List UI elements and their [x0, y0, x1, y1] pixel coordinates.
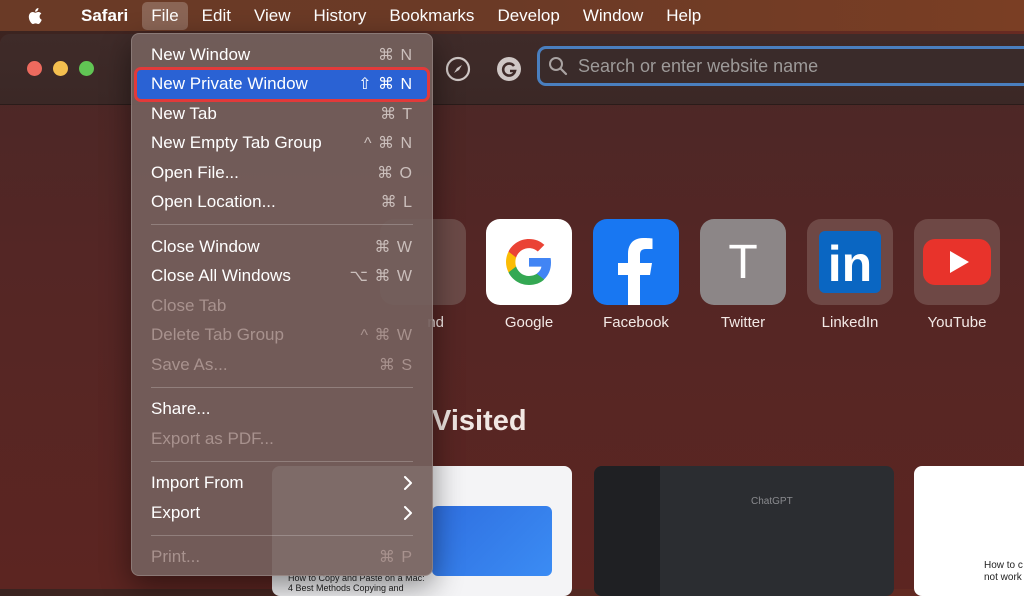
menu-bookmarks[interactable]: Bookmarks [380, 2, 483, 30]
menu-item-label: Close All Windows [151, 266, 291, 286]
menu-view[interactable]: View [245, 2, 300, 30]
favorite-label-linkedin: LinkedIn [821, 314, 879, 331]
menu-separator [151, 386, 413, 388]
compass-extension-icon[interactable] [445, 56, 471, 82]
menu-edit[interactable]: Edit [193, 2, 240, 30]
favorite-tile-facebook[interactable] [593, 219, 679, 305]
menu-item-label: New Tab [151, 103, 217, 123]
menu-item-shortcut: ⌘ T [380, 105, 413, 123]
thumb1-caption: How to Copy and Paste on a Mac: 4 Best M… [288, 573, 425, 593]
menu-item-open-location[interactable]: Open Location... ⌘ L [132, 188, 432, 218]
menu-item-shortcut: ⌘ S [378, 356, 413, 374]
menu-item-label: New Private Window [151, 74, 308, 94]
thumb3-caption: How to c not work [984, 560, 1023, 583]
menu-item-shortcut: ⌥ ⌘ W [349, 268, 413, 286]
menu-item-label: Export as PDF... [151, 428, 274, 448]
menu-history[interactable]: History [305, 2, 376, 30]
menu-item-label: Delete Tab Group [151, 325, 284, 345]
menu-item-export[interactable]: Export [132, 498, 432, 528]
menu-item-label: Open Location... [151, 192, 276, 212]
minimize-window-button[interactable] [53, 61, 68, 76]
menu-item-close-all-windows[interactable]: Close All Windows ⌥ ⌘ W [132, 262, 432, 292]
favorite-tile-linkedin[interactable]: in [807, 219, 893, 305]
menu-item-shortcut: ⌘ L [380, 194, 413, 212]
favorite-label-twitter: Twitter [720, 314, 766, 331]
linkedin-icon-letters: in [827, 236, 873, 292]
menu-item-close-window[interactable]: Close Window ⌘ W [132, 232, 432, 262]
favorite-tile-youtube[interactable] [914, 219, 1000, 305]
menu-item-new-private-window[interactable]: New Private Window ⇧ ⌘ N [134, 66, 430, 102]
menu-item-label: New Window [151, 44, 251, 64]
menu-item-label: Save As... [151, 354, 228, 374]
menu-develop[interactable]: Develop [488, 2, 568, 30]
menu-help[interactable]: Help [657, 2, 710, 30]
menu-item-label: New Empty Tab Group [151, 133, 322, 153]
menu-item-close-tab: Close Tab [132, 291, 432, 321]
chevron-right-icon [404, 476, 412, 491]
menu-separator [151, 534, 413, 536]
menu-item-label: Share... [151, 399, 211, 419]
favorite-tile-twitter[interactable]: T [700, 219, 786, 305]
thumb1-banner [432, 506, 552, 576]
menu-item-new-tab[interactable]: New Tab ⌘ T [132, 99, 432, 129]
menu-item-shortcut: ^ ⌘ N [364, 135, 413, 153]
facebook-icon [618, 238, 653, 305]
chevron-right-icon [404, 505, 412, 520]
favorite-label-facebook: Facebook [603, 314, 669, 331]
frequently-visited-thumb-2[interactable]: ChatGPT [594, 466, 894, 596]
menu-file[interactable]: File [142, 1, 188, 30]
youtube-icon [923, 239, 991, 285]
menu-item-shortcut: ⌘ O [377, 164, 413, 182]
thumb2-sidebar [594, 466, 660, 596]
address-bar[interactable] [537, 46, 1024, 86]
menu-item-shortcut: ⌘ N [378, 46, 413, 64]
menu-item-shortcut: ^ ⌘ W [360, 327, 413, 345]
menu-safari[interactable]: Safari [72, 2, 137, 30]
favorite-label-google: Google [504, 314, 554, 331]
zoom-window-button[interactable] [79, 61, 94, 76]
frequently-visited-thumb-3[interactable]: How to c not work [914, 466, 1024, 596]
thumb2-caption: ChatGPT [751, 496, 793, 507]
linkedin-icon: in [819, 231, 881, 293]
grammarly-extension-icon[interactable] [496, 56, 522, 82]
google-icon [506, 239, 551, 285]
menu-item-label: Export [151, 502, 201, 522]
menu-item-open-file[interactable]: Open File... ⌘ O [132, 158, 432, 188]
close-window-button[interactable] [27, 61, 42, 76]
menu-item-save-as: Save As... ⌘ S [132, 350, 432, 380]
menu-item-new-window[interactable]: New Window ⌘ N [132, 40, 432, 70]
twitter-letter-icon: T [728, 235, 758, 289]
search-icon [549, 57, 568, 76]
menu-item-new-empty-tab-group[interactable]: New Empty Tab Group ^ ⌘ N [132, 129, 432, 159]
favorite-label-youtube: YouTube [927, 314, 987, 331]
search-input[interactable] [576, 54, 1010, 78]
menu-item-label: Print... [151, 547, 201, 567]
menu-bar: Safari File Edit View History Bookmarks … [0, 0, 1024, 31]
file-menu-dropdown: New Window ⌘ N New Private Window ⇧ ⌘ N … [131, 33, 433, 576]
menu-item-label: Import From [151, 473, 244, 493]
menu-item-export-as-pdf: Export as PDF... [132, 424, 432, 454]
menu-item-shortcut: ⌘ P [378, 549, 413, 567]
menu-separator [151, 224, 413, 225]
menu-item-share[interactable]: Share... [132, 395, 432, 425]
menu-item-print: Print... ⌘ P [132, 543, 432, 573]
menu-item-shortcut: ⌘ W [374, 238, 413, 256]
menu-item-label: Close Tab [151, 295, 227, 315]
menu-window[interactable]: Window [574, 2, 652, 30]
frequently-visited-title: Visited [432, 405, 527, 437]
menu-item-label: Close Window [151, 236, 260, 256]
favorite-tile-google[interactable] [486, 219, 572, 305]
apple-logo-icon[interactable] [26, 6, 46, 26]
menu-item-shortcut: ⇧ ⌘ N [358, 76, 413, 94]
menu-item-label: Open File... [151, 162, 239, 182]
menu-item-delete-tab-group: Delete Tab Group ^ ⌘ W [132, 321, 432, 351]
menu-separator [151, 460, 413, 462]
menu-item-import-from[interactable]: Import From [132, 469, 432, 499]
